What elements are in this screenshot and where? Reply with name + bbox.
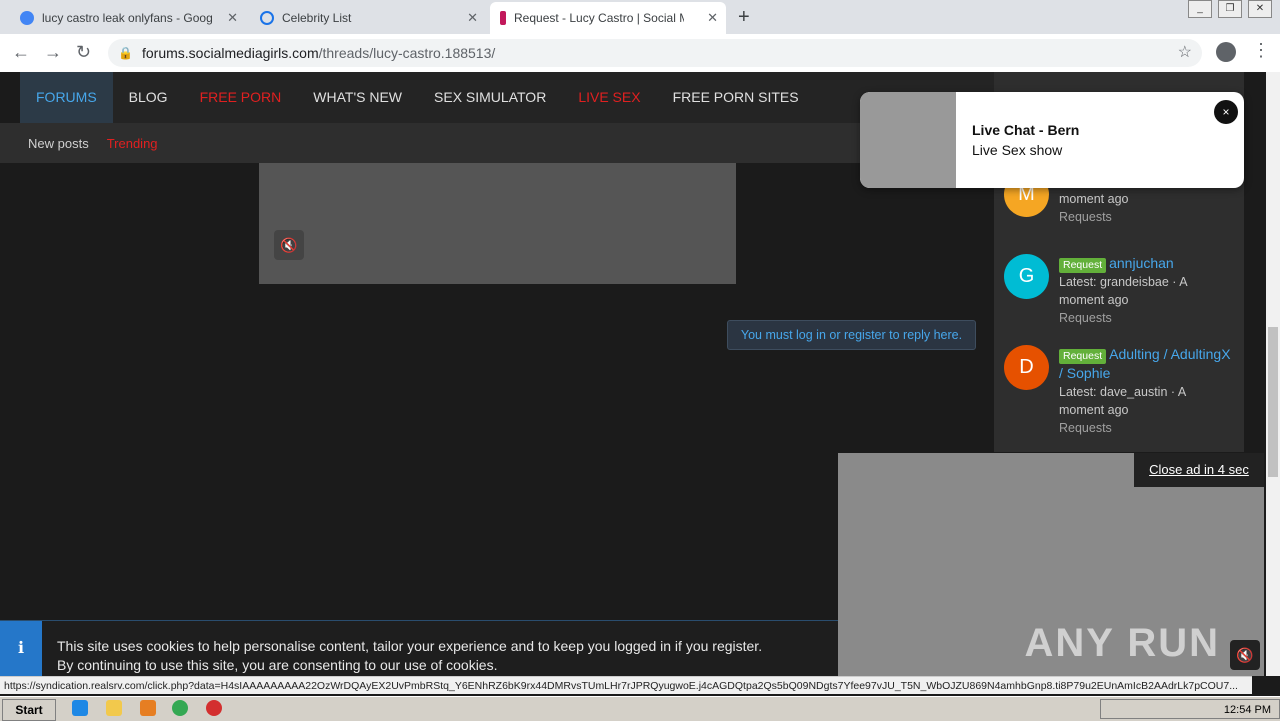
mute-icon[interactable]: 🔇: [274, 230, 304, 260]
loading-icon: [260, 11, 274, 25]
nav-live-sex[interactable]: Live Sex: [562, 72, 656, 123]
browser-menu-icon[interactable]: ⋮: [1252, 40, 1270, 61]
nav-sex-simulator[interactable]: Sex Simulator: [418, 72, 562, 123]
video-ad-placeholder[interactable]: Close ad in 4 sec ANY RUN 🔇: [838, 453, 1264, 676]
bookmark-star-icon[interactable]: ☆: [1178, 39, 1192, 67]
clock: 12:54 PM: [1223, 704, 1271, 716]
new-tab-button[interactable]: +: [738, 6, 750, 29]
start-button[interactable]: Start: [2, 699, 56, 721]
cookie-text-line1: This site uses cookies to help personali…: [57, 638, 763, 654]
close-window-button[interactable]: ✕: [1248, 0, 1272, 18]
ad-image-placeholder: [860, 92, 956, 188]
windows-taskbar: Start 12:54 PM: [0, 696, 1280, 721]
back-button[interactable]: ←: [12, 42, 30, 63]
close-tab-icon[interactable]: ✕: [467, 10, 478, 26]
embedded-media-placeholder[interactable]: [259, 163, 736, 284]
chrome-icon[interactable]: [172, 700, 188, 716]
nav-forums[interactable]: Forums: [20, 72, 113, 123]
system-tray: 12:54 PM: [1100, 699, 1280, 719]
popup-ad[interactable]: Live Chat - Bern Live Sex show ×: [860, 92, 1244, 188]
profile-avatar-icon[interactable]: [1216, 42, 1236, 62]
nav-blog[interactable]: Blog: [113, 72, 184, 123]
subnav-trending[interactable]: Trending: [107, 136, 158, 151]
tab-forum-thread[interactable]: Request - Lucy Castro | Social Media ✕: [490, 2, 726, 34]
url-input[interactable]: 🔒 forums.socialmediagirls.com/threads/lu…: [108, 39, 1202, 67]
status-bar-url: https://syndication.realsrv.com/click.ph…: [0, 676, 1252, 694]
page-scrollbar[interactable]: [1266, 72, 1280, 676]
popup-ad-subtitle: Live Sex show: [972, 142, 1063, 158]
forward-button[interactable]: →: [44, 42, 62, 63]
minimize-button[interactable]: _: [1188, 0, 1212, 18]
nav-whats-new[interactable]: What's new: [297, 72, 418, 123]
window-controls: _ ❐ ✕: [1188, 0, 1272, 18]
lock-icon: 🔒: [118, 46, 133, 60]
maximize-button[interactable]: ❐: [1218, 0, 1242, 18]
page-viewport: Forums Blog Free Porn What's new Sex Sim…: [0, 72, 1280, 676]
cookie-text-line2: By continuing to use this site, you are …: [57, 657, 498, 673]
cookie-notice: ℹ This site uses cookies to help persona…: [0, 620, 838, 676]
thread-forum[interactable]: Requests: [1059, 309, 1234, 327]
login-to-reply-notice[interactable]: You must log in or register to reply her…: [727, 320, 976, 350]
nav-free-porn-sites[interactable]: Free Porn Sites: [657, 72, 815, 123]
thread-latest: Latest: grandeisbae · A moment ago: [1059, 275, 1187, 307]
close-tab-icon[interactable]: ✕: [707, 10, 718, 26]
close-tab-icon[interactable]: ✕: [227, 10, 238, 26]
ie-icon[interactable]: [72, 700, 88, 716]
reload-button[interactable]: ↻: [76, 42, 91, 63]
forum-navbar: Forums Blog Free Porn What's new Sex Sim…: [20, 72, 994, 123]
tab-google-search[interactable]: lucy castro leak onlyfans - Google Se ✕: [10, 2, 246, 34]
google-icon: [20, 11, 34, 25]
subnav-new-posts[interactable]: New posts: [28, 136, 89, 151]
browser-tab-bar: lucy castro leak onlyfans - Google Se ✕ …: [0, 0, 1280, 34]
tab-celebrity-list[interactable]: Celebrity List ✕: [250, 2, 486, 34]
popup-ad-title: Live Chat - Bern: [972, 122, 1080, 138]
watermark: ANY RUN: [1024, 621, 1220, 665]
avatar: G: [1004, 254, 1049, 299]
info-icon: ℹ: [0, 621, 42, 676]
scrollbar-thumb[interactable]: [1268, 327, 1278, 477]
nav-free-porn[interactable]: Free Porn: [184, 72, 298, 123]
forum-subnav: New posts Trending: [0, 123, 994, 163]
status-badge: Request: [1059, 349, 1107, 364]
thread-forum[interactable]: Requests: [1059, 419, 1234, 437]
site-favicon-icon: [500, 11, 506, 25]
address-bar: ← → ↻ 🔒 forums.socialmediagirls.com/thre…: [0, 34, 1280, 73]
status-badge: Request: [1059, 258, 1107, 273]
mute-icon[interactable]: 🔇: [1230, 640, 1260, 670]
folder-icon[interactable]: [106, 700, 122, 716]
security-app-icon[interactable]: [206, 700, 222, 716]
avatar: D: [1004, 345, 1049, 390]
close-icon[interactable]: ×: [1214, 100, 1238, 124]
thread-latest: Latest: dave_austin · A moment ago: [1059, 385, 1186, 417]
thread-title[interactable]: annjuchan: [1109, 255, 1174, 271]
media-player-icon[interactable]: [140, 700, 156, 716]
close-ad-button[interactable]: Close ad in 4 sec: [1134, 453, 1264, 487]
thread-forum[interactable]: Requests: [1059, 208, 1234, 226]
